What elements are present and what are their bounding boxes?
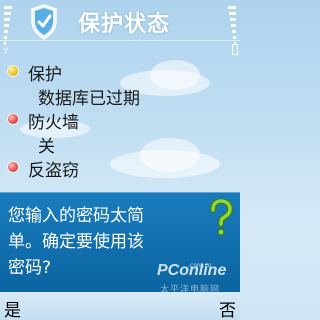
- background-cloud: [140, 138, 200, 172]
- status-dot-icon: [7, 113, 19, 125]
- list-item-title: 防火墙: [28, 113, 79, 133]
- antenna-icon: Y: [3, 47, 9, 57]
- status-dot-icon: [7, 65, 19, 77]
- dialog-message-line: 单。确定要使用该: [8, 232, 144, 252]
- no-softkey[interactable]: 否: [219, 296, 236, 320]
- list-item-title: 反盗窃: [28, 161, 79, 181]
- dialog-message-line: 密码?: [8, 258, 52, 278]
- watermark-domain: .com.cn: [188, 262, 212, 269]
- yes-softkey[interactable]: 是: [4, 296, 21, 320]
- status-dot-icon: [7, 161, 19, 173]
- battery-icon: [232, 44, 238, 55]
- dialog-message-line: 您输入的密码太简: [8, 206, 144, 226]
- question-mark-icon: [210, 199, 234, 236]
- softkey-bar: 是 否: [0, 292, 240, 320]
- background-cloud: [150, 60, 200, 90]
- shield-check-icon: [31, 4, 57, 40]
- title-divider: [0, 40, 240, 41]
- list-item-value: 数据库已过期: [38, 89, 140, 109]
- list-item-title: 保护: [28, 65, 62, 85]
- page-title: 保护状态: [78, 12, 171, 37]
- list-item-value: 关: [38, 137, 55, 157]
